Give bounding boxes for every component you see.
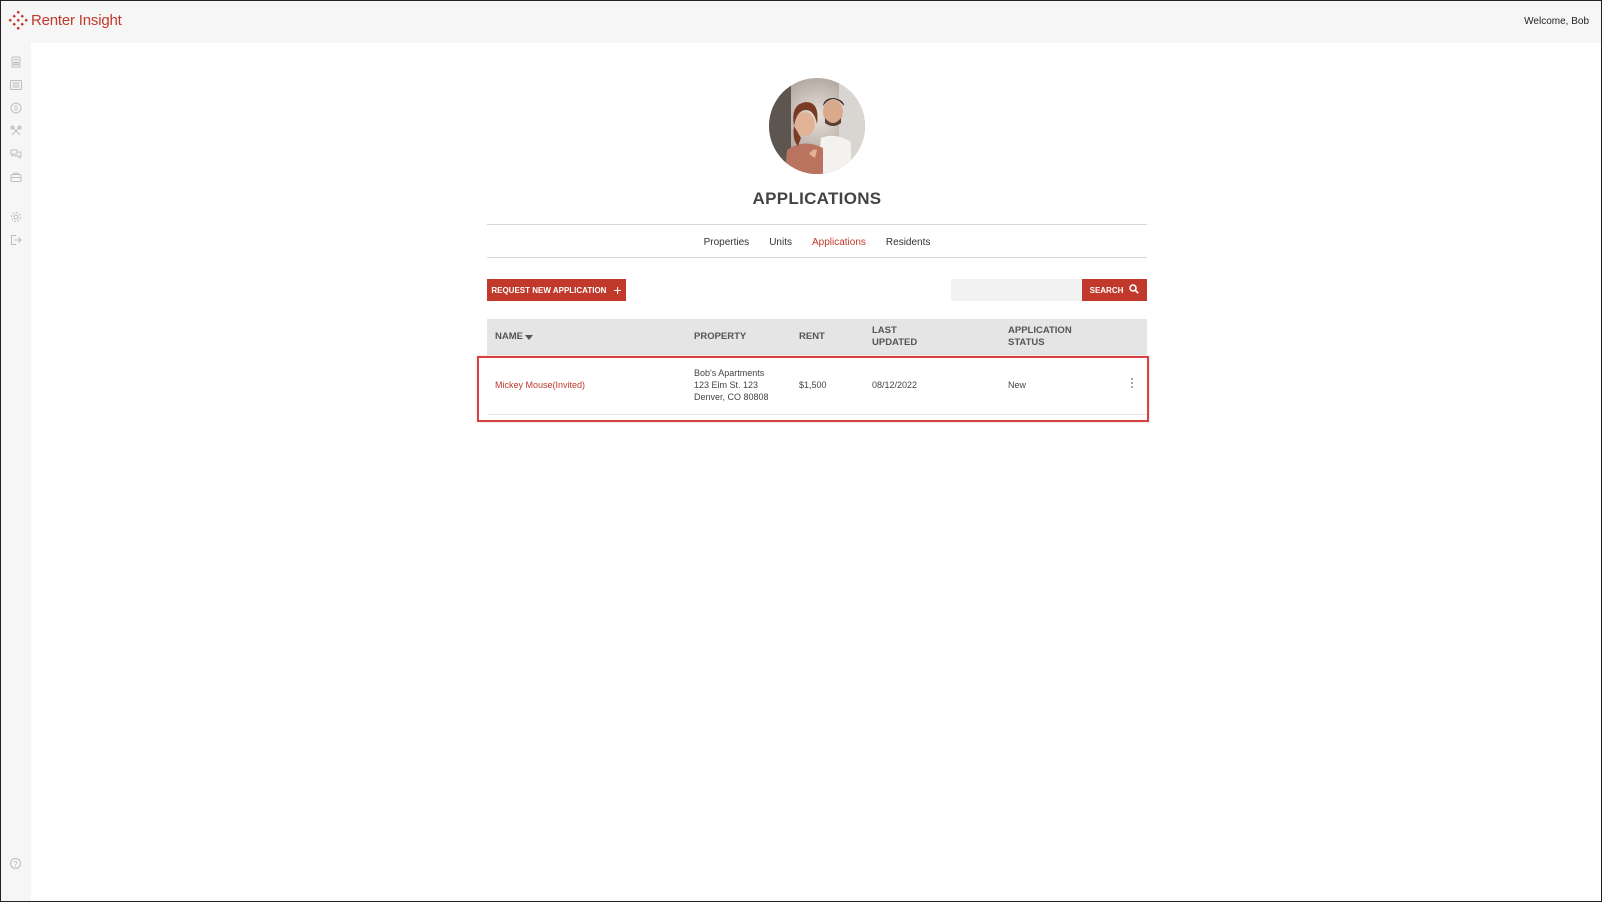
last-updated-value: 08/12/2022 [872,379,918,390]
divider-bottom [487,257,1147,258]
column-rent-label: RENT [799,331,825,342]
table-row[interactable]: Mickey Mouse(Invited) Bob's Apartments 1… [487,355,1147,415]
property-street: 123 Elm St. 123 [694,379,759,390]
column-rent[interactable]: RENT [799,319,825,355]
rent-value: $1,500 [799,379,827,390]
search-button[interactable]: SEARCH [1082,279,1147,301]
nav-applications[interactable]: Applications [812,237,866,248]
nav-properties[interactable]: Properties [704,237,750,248]
logo-mark-icon [8,10,28,30]
divider-top [487,224,1147,225]
cell-property: Bob's Apartments 123 Elm St. 123 Denver,… [694,355,769,414]
property-city: Denver, CO 80808 [694,391,769,402]
list-icon[interactable] [10,79,22,91]
search-label: SEARCH [1089,285,1124,295]
search-icon [1129,284,1140,296]
dollar-icon[interactable]: $ [10,102,22,114]
column-last-updated-line1: LAST [872,325,897,336]
plus-icon: + [613,282,622,298]
column-property[interactable]: PROPERTY [694,319,746,355]
request-new-application-button[interactable]: REQUEST NEW APPLICATION + [487,279,626,301]
logo[interactable]: Renter Insight [8,10,122,30]
top-bar: Renter Insight Welcome, Bob [1,1,1601,43]
logout-icon[interactable] [10,234,22,246]
tools-icon[interactable] [10,125,22,137]
column-last-updated[interactable]: LAST UPDATED [872,319,917,355]
nav-residents[interactable]: Residents [886,237,930,248]
section-nav: Properties Units Applications Residents [487,237,1147,248]
column-status-line1: APPLICATION [1008,325,1072,336]
cell-name: Mickey Mouse(Invited) [495,355,585,414]
property-name: Bob's Apartments [694,367,765,378]
column-property-label: PROPERTY [694,331,747,342]
status-value: New [1008,379,1027,390]
column-name-label: NAME [495,331,523,342]
cell-rent: $1,500 [799,355,827,414]
cell-status: New [1008,355,1026,414]
column-last-updated-line2: UPDATED [872,337,918,348]
page-title: APPLICATIONS [752,189,882,208]
column-application-status[interactable]: APPLICATION STATUS [1008,319,1072,355]
request-new-application-label: REQUEST NEW APPLICATION [491,285,607,295]
sidebar: $ ? [1,43,31,901]
logo-text: Renter Insight [31,11,122,29]
welcome-text: Welcome, Bob [1524,16,1589,27]
chat-icon[interactable] [10,148,22,160]
nav-units[interactable]: Units [769,237,792,248]
calculator-icon[interactable] [10,56,22,68]
help-icon[interactable]: ? [10,858,21,869]
column-status-line2: STATUS [1008,337,1045,348]
sort-caret-icon [524,334,533,340]
briefcase-icon[interactable] [10,171,22,183]
search-input[interactable] [951,279,1082,301]
cell-last-updated: 08/12/2022 [872,355,917,414]
row-actions-kebab-icon[interactable] [1130,378,1134,392]
gear-icon[interactable] [10,211,22,223]
hero-avatar-photo [769,78,865,174]
column-name[interactable]: NAME [495,319,533,355]
table-header: NAME PROPERTY RENT LAST UPDATED APPLICAT… [487,319,1147,355]
svg-text:$: $ [14,106,18,113]
applicant-name-link[interactable]: Mickey Mouse(Invited) [495,380,585,390]
